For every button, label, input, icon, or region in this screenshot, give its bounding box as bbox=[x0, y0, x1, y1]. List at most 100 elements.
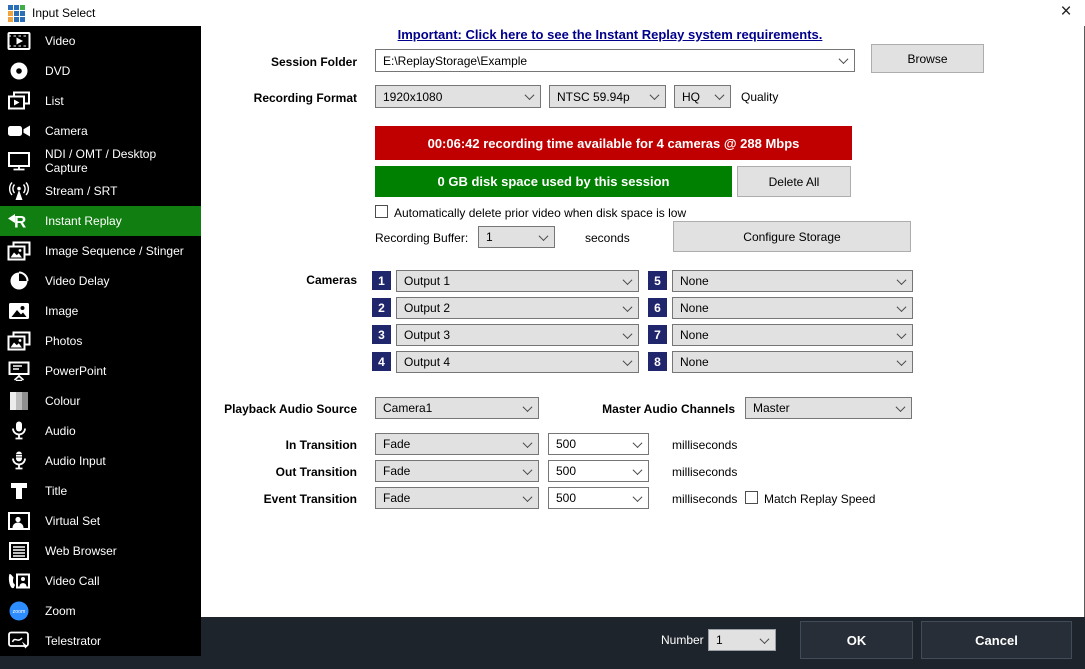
microphone-icon bbox=[7, 421, 37, 441]
sidebar-item-video-delay[interactable]: Video Delay bbox=[0, 266, 201, 296]
antenna-icon bbox=[7, 181, 37, 201]
camera-1-badge: 1 bbox=[372, 271, 391, 290]
sidebar-item-title[interactable]: Title bbox=[0, 476, 201, 506]
master-audio-channels-label: Master Audio Channels bbox=[560, 402, 735, 416]
chevron-down-icon bbox=[839, 54, 849, 64]
in-transition-duration-combobox[interactable]: 500 bbox=[548, 433, 649, 455]
out-transition-duration-combobox[interactable]: 500 bbox=[548, 460, 649, 482]
sidebar-item-instant-replay[interactable]: R Instant Replay bbox=[0, 206, 201, 236]
quality-select[interactable]: HQ bbox=[674, 85, 731, 108]
recording-time-banner: 00:06:42 recording time available for 4 … bbox=[375, 126, 852, 160]
playback-audio-source-select[interactable]: Camera1 bbox=[375, 397, 539, 419]
microphone-input-icon bbox=[7, 451, 37, 471]
sidebar-item-label: Photos bbox=[45, 334, 82, 348]
chevron-down-icon bbox=[897, 275, 907, 285]
chevron-down-icon bbox=[650, 90, 660, 100]
chevron-down-icon bbox=[633, 438, 643, 448]
sidebar-item-video-call[interactable]: Video Call bbox=[0, 566, 201, 596]
camera-2-select[interactable]: Output 2 bbox=[396, 297, 639, 319]
ok-button[interactable]: OK bbox=[800, 621, 913, 659]
chevron-down-icon bbox=[897, 302, 907, 312]
sidebar-item-list[interactable]: List bbox=[0, 86, 201, 116]
number-select[interactable]: 1 bbox=[708, 629, 776, 651]
video-call-icon bbox=[7, 571, 37, 591]
frame-rate-select[interactable]: NTSC 59.94p bbox=[549, 85, 666, 108]
sidebar-item-image-sequence-stinger[interactable]: Image Sequence / Stinger bbox=[0, 236, 201, 266]
input-type-sidebar: Video DVD List Camera NDI / OMT / Deskto… bbox=[0, 26, 201, 656]
sidebar-item-label: Camera bbox=[45, 124, 88, 138]
recording-buffer-select[interactable]: 1 bbox=[478, 226, 555, 248]
cancel-button[interactable]: Cancel bbox=[921, 621, 1072, 659]
in-transition-effect-select[interactable]: Fade bbox=[375, 433, 539, 455]
event-transition-unit-label: milliseconds bbox=[672, 492, 737, 506]
disk-space-banner: 0 GB disk space used by this session bbox=[375, 166, 732, 197]
sidebar-item-label: Colour bbox=[45, 394, 80, 408]
sidebar-item-powerpoint[interactable]: PowerPoint bbox=[0, 356, 201, 386]
camera-6-select[interactable]: None bbox=[672, 297, 913, 319]
auto-delete-checkbox[interactable] bbox=[375, 205, 388, 218]
sidebar-item-colour[interactable]: Colour bbox=[0, 386, 201, 416]
sidebar-item-audio[interactable]: Audio bbox=[0, 416, 201, 446]
sidebar-item-zoom[interactable]: zoom Zoom bbox=[0, 596, 201, 626]
close-icon[interactable]: × bbox=[1053, 1, 1079, 23]
delete-all-button[interactable]: Delete All bbox=[737, 166, 851, 197]
event-transition-effect-select[interactable]: Fade bbox=[375, 487, 539, 509]
sidebar-item-label: Video Call bbox=[45, 574, 99, 588]
window-title: Input Select bbox=[32, 6, 95, 20]
sidebar-item-image[interactable]: Image bbox=[0, 296, 201, 326]
title-bar: Input Select × bbox=[0, 0, 1085, 26]
virtual-set-icon bbox=[7, 511, 37, 531]
event-transition-duration-combobox[interactable]: 500 bbox=[548, 487, 649, 509]
sidebar-item-label: Stream / SRT bbox=[45, 184, 117, 198]
resolution-select[interactable]: 1920x1080 bbox=[375, 85, 541, 108]
chevron-down-icon bbox=[523, 492, 533, 502]
svg-text:zoom: zoom bbox=[13, 609, 26, 615]
camera-7-select[interactable]: None bbox=[672, 324, 913, 346]
clock-icon bbox=[7, 271, 37, 291]
sidebar-item-label: DVD bbox=[45, 64, 70, 78]
cameras-label: Cameras bbox=[180, 273, 357, 287]
chevron-down-icon bbox=[525, 90, 535, 100]
camera-7-badge: 7 bbox=[648, 325, 667, 344]
sidebar-item-label: NDI / OMT / Desktop Capture bbox=[45, 147, 201, 175]
chevron-down-icon bbox=[633, 492, 643, 502]
sidebar-item-camera[interactable]: Camera bbox=[0, 116, 201, 146]
photos-icon bbox=[7, 331, 37, 351]
sidebar-item-label: Audio bbox=[45, 424, 76, 438]
sidebar-item-stream-srt[interactable]: Stream / SRT bbox=[0, 176, 201, 206]
sidebar-item-dvd[interactable]: DVD bbox=[0, 56, 201, 86]
sidebar-item-label: Instant Replay bbox=[45, 214, 122, 228]
chevron-down-icon bbox=[523, 465, 533, 475]
camera-8-select[interactable]: None bbox=[672, 351, 913, 373]
sidebar-item-ndi-omt-desktop-capture[interactable]: NDI / OMT / Desktop Capture bbox=[0, 146, 201, 176]
camera-1-select[interactable]: Output 1 bbox=[396, 270, 639, 292]
camera-4-select[interactable]: Output 4 bbox=[396, 351, 639, 373]
configure-storage-button[interactable]: Configure Storage bbox=[673, 221, 911, 252]
master-audio-channels-select[interactable]: Master bbox=[745, 397, 912, 419]
sidebar-item-virtual-set[interactable]: Virtual Set bbox=[0, 506, 201, 536]
out-transition-label: Out Transition bbox=[180, 465, 357, 479]
camera-5-select[interactable]: None bbox=[672, 270, 913, 292]
sidebar-item-web-browser[interactable]: Web Browser bbox=[0, 536, 201, 566]
out-transition-unit-label: milliseconds bbox=[672, 465, 737, 479]
sidebar-item-audio-input[interactable]: Audio Input bbox=[0, 446, 201, 476]
dvd-icon bbox=[7, 61, 37, 81]
sidebar-item-video[interactable]: Video bbox=[0, 26, 201, 56]
colour-icon bbox=[7, 391, 37, 411]
out-transition-effect-select[interactable]: Fade bbox=[375, 460, 539, 482]
session-folder-combobox[interactable]: E:\ReplayStorage\Example bbox=[375, 49, 855, 72]
sidebar-item-label: Audio Input bbox=[45, 454, 106, 468]
sidebar-item-telestrator[interactable]: Telestrator bbox=[0, 626, 201, 656]
match-replay-speed-checkbox[interactable] bbox=[745, 491, 758, 504]
camera-3-select[interactable]: Output 3 bbox=[396, 324, 639, 346]
number-label: Number bbox=[661, 633, 704, 647]
chevron-down-icon bbox=[633, 465, 643, 475]
system-requirements-link[interactable]: Important: Click here to see the Instant… bbox=[370, 27, 850, 42]
chevron-down-icon bbox=[715, 90, 725, 100]
sidebar-item-photos[interactable]: Photos bbox=[0, 326, 201, 356]
presentation-icon bbox=[7, 361, 37, 381]
recording-buffer-label: Recording Buffer: bbox=[375, 231, 468, 245]
browse-button[interactable]: Browse bbox=[871, 44, 984, 73]
sidebar-item-label: Video bbox=[45, 34, 75, 48]
event-transition-label: Event Transition bbox=[180, 492, 357, 506]
